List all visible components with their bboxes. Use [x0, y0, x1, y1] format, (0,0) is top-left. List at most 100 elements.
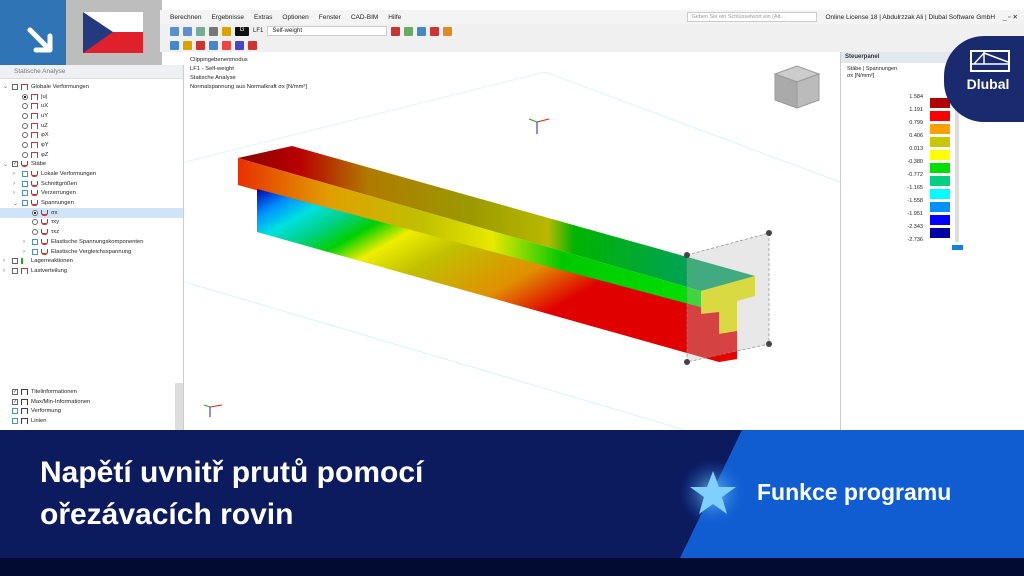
- zoom-icon[interactable]: [430, 26, 440, 36]
- radio-button[interactable]: [22, 112, 28, 119]
- checkbox[interactable]: [12, 267, 18, 274]
- tree-item[interactable]: |u|: [0, 92, 183, 102]
- checkbox[interactable]: ✓: [12, 161, 18, 168]
- tree-item[interactable]: ⌄ Globale Verformungen: [0, 82, 183, 92]
- menu-item[interactable]: Ergebnisse: [211, 14, 244, 21]
- title-line: Napětí uvnitř prutů pomocí: [40, 456, 424, 489]
- chevron-right-icon[interactable]: ›: [13, 171, 15, 177]
- tree-item[interactable]: › Lokale Verformungen: [0, 169, 183, 179]
- print-icon[interactable]: [209, 26, 218, 36]
- checkbox[interactable]: [12, 417, 18, 424]
- results-icon[interactable]: [391, 26, 401, 36]
- display-option-icon: [21, 408, 28, 415]
- menu-item[interactable]: Hilfe: [388, 14, 401, 21]
- tree-item[interactable]: › Verzerrungen: [0, 189, 183, 199]
- view-icon[interactable]: [183, 26, 192, 36]
- tree-item[interactable]: › Elastische Vergleichsspannung: [0, 247, 183, 257]
- checkbox[interactable]: ✓: [12, 398, 18, 405]
- tree-item[interactable]: › Schnittgrößen: [0, 179, 183, 189]
- tree-item[interactable]: φY: [0, 140, 183, 150]
- tree-item[interactable]: ⌄ ✓ Stäbe: [0, 160, 183, 170]
- radio-button[interactable]: [22, 141, 28, 148]
- scrollbar[interactable]: [175, 383, 183, 430]
- chevron-right-icon[interactable]: ›: [13, 190, 15, 196]
- tree-item[interactable]: uZ: [0, 121, 183, 131]
- edit-icon[interactable]: [222, 26, 231, 36]
- member-icon[interactable]: [196, 40, 205, 50]
- menu-bar: Berechnen Ergebnisse Extras Optionen Fen…: [160, 10, 1024, 24]
- select-icon[interactable]: [170, 40, 179, 50]
- radio-button[interactable]: [22, 93, 28, 100]
- legend-value: 0.406: [909, 132, 923, 139]
- member-icon: [31, 190, 38, 197]
- radio-button[interactable]: [32, 229, 38, 236]
- loadcase-select[interactable]: Self-weight: [267, 26, 388, 36]
- display-item[interactable]: ✓ Titelinformationen: [0, 387, 175, 397]
- chevron-down-icon[interactable]: ⌄: [3, 83, 8, 90]
- clipping-plane[interactable]: [686, 232, 770, 363]
- checkbox[interactable]: [22, 171, 28, 178]
- checkbox[interactable]: [22, 190, 28, 197]
- tree-item[interactable]: ⌄ Spannungen: [0, 198, 183, 208]
- menu-item[interactable]: Optionen: [282, 14, 308, 21]
- checkbox[interactable]: [32, 238, 38, 245]
- display-item[interactable]: Linien: [0, 416, 175, 426]
- radio-button[interactable]: [22, 103, 28, 110]
- tree-item[interactable]: τxy: [0, 218, 183, 228]
- display-item[interactable]: ✓ Max/Min-Informationen: [0, 397, 175, 407]
- close-icon[interactable]: [248, 40, 257, 50]
- search-input[interactable]: Geben Sie ein Schlüsselwort ein (Alt...: [687, 12, 818, 22]
- menu-item[interactable]: Berechnen: [170, 14, 201, 21]
- checkbox[interactable]: ✓: [12, 388, 18, 395]
- checkbox[interactable]: [22, 200, 28, 207]
- checkbox[interactable]: [22, 180, 28, 187]
- checkbox[interactable]: [12, 258, 18, 265]
- chevron-right-icon[interactable]: ›: [13, 181, 15, 187]
- checkbox[interactable]: [12, 83, 18, 90]
- tree-item[interactable]: › Elastische Spannungskomponenten: [0, 237, 183, 247]
- chevron-down-icon[interactable]: ⌄: [3, 161, 8, 168]
- tree-item[interactable]: uX: [0, 101, 183, 111]
- 3d-viewport[interactable]: [185, 52, 840, 430]
- node-icon[interactable]: [183, 40, 192, 50]
- chevron-right-icon[interactable]: ›: [3, 268, 5, 274]
- tree-item[interactable]: uY: [0, 111, 183, 121]
- legend-slider-track[interactable]: [955, 102, 959, 242]
- tree-item[interactable]: φZ: [0, 150, 183, 160]
- display-icon[interactable]: [417, 26, 427, 36]
- radio-button[interactable]: [22, 151, 28, 158]
- view-cube-icon[interactable]: [773, 65, 821, 109]
- tree-item[interactable]: › Lagerreaktionen: [0, 256, 183, 266]
- clipping-icon[interactable]: [235, 40, 244, 50]
- radio-button[interactable]: [32, 209, 38, 216]
- checkbox[interactable]: [12, 408, 18, 415]
- chevron-down-icon[interactable]: ⌄: [13, 200, 18, 207]
- view-icon[interactable]: [170, 26, 179, 36]
- tree-item[interactable]: › Lastverteilung: [0, 266, 183, 276]
- radio-button[interactable]: [32, 219, 38, 226]
- navigator-title: Statische Analyse: [0, 65, 183, 79]
- tree-item[interactable]: σx: [0, 207, 183, 218]
- chevron-right-icon[interactable]: ›: [23, 239, 25, 245]
- color-icon[interactable]: [443, 26, 453, 36]
- radio-button[interactable]: [22, 132, 28, 139]
- view-icon[interactable]: [196, 26, 205, 36]
- menu-item[interactable]: CAD-BIM: [351, 14, 378, 21]
- stress-icon[interactable]: [209, 40, 218, 50]
- menu-item[interactable]: Extras: [254, 14, 272, 21]
- display-item[interactable]: Verformung: [0, 406, 175, 416]
- license-info: Online License 18 | Abdulrzzak Ali | Dlu…: [825, 13, 996, 21]
- checkbox[interactable]: [32, 248, 38, 255]
- tree-item[interactable]: φX: [0, 130, 183, 140]
- legend-slider-handle[interactable]: [952, 245, 963, 250]
- chevron-right-icon[interactable]: ›: [3, 258, 5, 264]
- color-scale-icon[interactable]: [222, 40, 231, 50]
- menu-item[interactable]: Fenster: [319, 14, 341, 21]
- window-controls[interactable]: _ ▫ ✕: [1003, 13, 1018, 21]
- chevron-right-icon[interactable]: ›: [23, 249, 25, 255]
- loadcase-id: LF1: [253, 28, 264, 34]
- radio-button[interactable]: [22, 122, 28, 129]
- tree-item[interactable]: τxz: [0, 227, 183, 237]
- legend-swatch: [929, 226, 951, 239]
- support-icon[interactable]: [404, 26, 414, 36]
